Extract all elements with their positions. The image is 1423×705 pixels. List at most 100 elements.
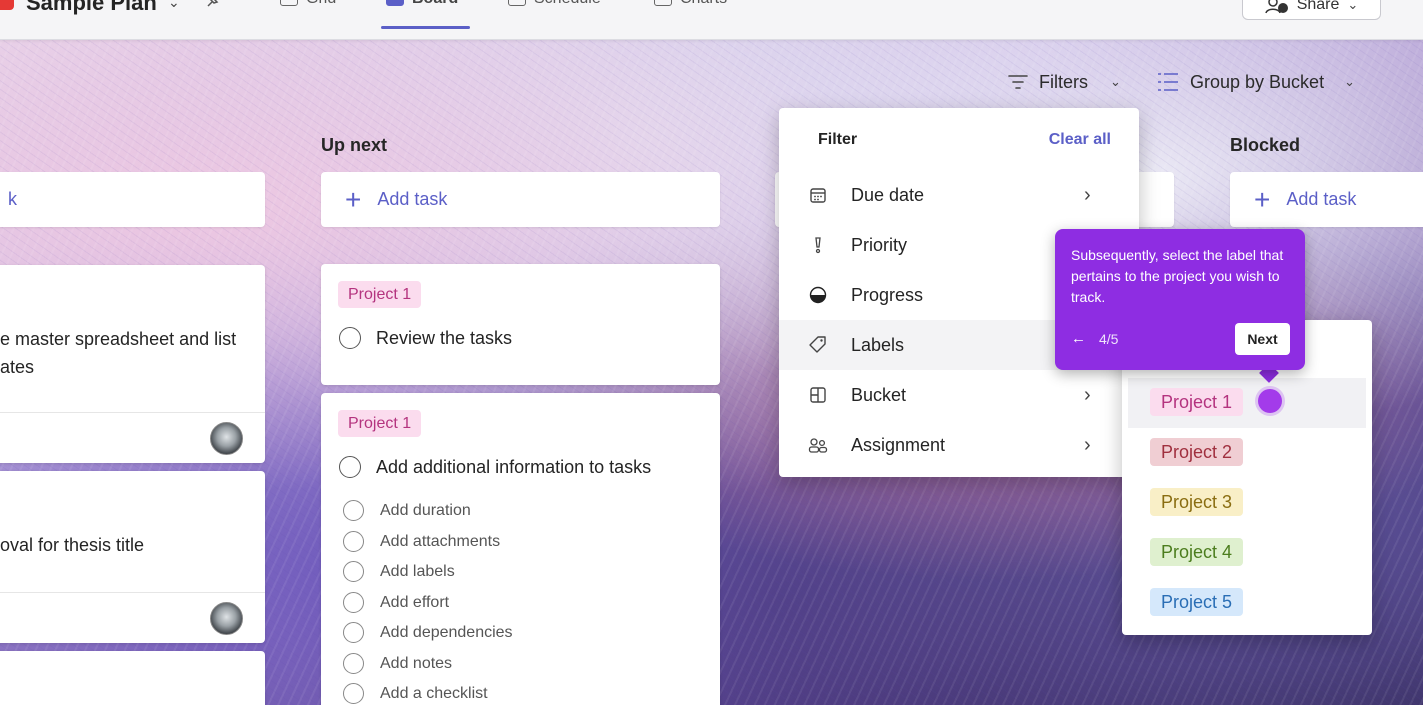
task-title: oval for thesis title [0,535,145,555]
add-task-label: k [8,189,17,209]
grid-icon [280,0,298,6]
arrow-left-icon[interactable]: ← [1071,330,1086,347]
tab-schedule-label: Schedule [534,0,601,8]
filters-button[interactable]: Filters ⌄ [1007,68,1121,96]
task-card[interactable]: Project 1 Review the tasks [321,264,720,385]
label-option-project-2[interactable]: Project 2 [1128,428,1366,478]
clear-all-link[interactable]: Clear all [1049,131,1111,149]
checklist-item-checkbox[interactable] [343,561,364,582]
plan-title[interactable]: Sample Plan [26,0,157,16]
filter-item-label: Progress [851,284,924,305]
chevron-down-icon: ⌄ [1110,74,1121,89]
checklist-item: Add notes [380,655,453,672]
tab-charts[interactable]: Charts [654,0,727,8]
complete-task-checkbox[interactable] [339,456,361,478]
board-icon [386,0,404,6]
add-task-button[interactable]: + Add task [1230,172,1423,227]
filter-icon [1008,75,1028,89]
checklist-item-checkbox[interactable] [343,683,364,704]
tab-grid-label: Grid [306,0,336,8]
people-icon [808,435,828,455]
active-tab-indicator [381,26,470,29]
calendar-icon [508,0,526,6]
group-list-icon [1158,73,1178,91]
filter-item-bucket[interactable]: Bucket › [779,370,1139,420]
divider [0,412,265,413]
filter-item-label: Bucket [851,384,907,405]
add-task-button[interactable]: k [0,172,265,227]
checklist-item: Add a checklist [380,685,488,702]
label-option-project-3[interactable]: Project 3 [1128,478,1366,528]
label-pill: Project 2 [1150,438,1244,466]
checklist-item-checkbox[interactable] [343,592,364,613]
plus-icon: + [345,183,362,215]
bucket-title-up-next[interactable]: Up next [321,135,387,156]
guide-beacon[interactable] [1258,389,1282,413]
filter-item-label: Priority [851,234,908,255]
label-option-project-1[interactable]: Project 1 [1128,378,1366,428]
label-option-project-5[interactable]: Project 5 [1128,578,1366,628]
task-title: Review the tasks [376,328,513,348]
tab-schedule[interactable]: Schedule [508,0,601,8]
task-card[interactable]: oval for thesis title [0,471,265,643]
complete-task-checkbox[interactable] [339,327,361,349]
add-task-label: Add task [377,189,448,209]
divider [0,592,265,593]
avatar[interactable] [210,602,243,635]
chevron-right-icon: › [1084,383,1091,406]
pin-icon[interactable] [202,0,224,8]
priority-icon [808,235,828,255]
filter-heading: Filter [818,131,858,148]
group-by-button[interactable]: Group by Bucket ⌄ [1156,68,1355,96]
label-pill: Project 3 [1150,488,1244,516]
checklist-item-checkbox[interactable] [343,622,364,643]
checklist-item: Add dependencies [380,624,513,641]
chevron-down-icon: ⌄ [1344,74,1355,89]
top-bar: Sample Plan ⌄ Grid Board Schedule Charts… [0,0,1423,40]
tab-board-label: Board [412,0,458,8]
checklist-item: Add effort [380,594,450,611]
share-label: Share [1296,0,1340,13]
checklist-item: Add labels [380,563,455,580]
checklist-item: Add duration [380,502,471,519]
filter-item-label: Due date [851,184,925,205]
add-task-button[interactable]: + Add task [321,172,720,227]
people-add-icon [1264,0,1288,14]
checklist-item-checkbox[interactable] [343,531,364,552]
task-card[interactable] [0,651,265,705]
task-title-line: ates [0,357,35,377]
progress-icon [808,285,828,305]
label-pill: Project 1 [1150,388,1244,416]
add-task-label: Add task [1286,189,1357,209]
avatar[interactable] [210,422,243,455]
label-pill: Project 5 [1150,588,1244,616]
chevron-down-icon: ⌄ [1347,0,1359,12]
tab-charts-label: Charts [680,0,727,8]
tooltip-text: Subsequently, select the label that pert… [1071,247,1284,305]
task-title: e master spreadsheet and list ates [0,325,265,381]
label-pill: Project 4 [1150,538,1244,566]
task-card[interactable]: e master spreadsheet and list ates [0,265,265,463]
filter-item-due-date[interactable]: Due date › [779,170,1139,220]
checklist-item-checkbox[interactable] [343,500,364,521]
bucket-icon [808,385,828,405]
checklist-item: Add attachments [380,533,501,550]
tab-grid[interactable]: Grid [280,0,336,8]
tooltip-next-button[interactable]: Next [1235,323,1290,355]
tab-board[interactable]: Board [386,0,458,8]
bucket-title-blocked[interactable]: Blocked [1230,135,1300,156]
share-button[interactable]: Share ⌄ [1242,0,1381,20]
checklist-item-checkbox[interactable] [343,653,364,674]
label-option-project-4[interactable]: Project 4 [1128,528,1366,578]
chart-icon [654,0,672,6]
task-title: Add additional information to tasks [376,457,652,477]
task-card[interactable]: Project 1 Add additional information to … [321,393,720,705]
filter-item-label: Assignment [851,434,946,455]
chevron-down-icon[interactable]: ⌄ [168,0,180,11]
tag-icon [808,335,828,355]
filter-item-assignment[interactable]: Assignment › [779,420,1139,470]
filter-item-label: Labels [851,334,905,355]
calendar-icon [808,185,828,205]
chevron-right-icon: › [1084,183,1091,206]
planner-app-icon [0,0,14,10]
